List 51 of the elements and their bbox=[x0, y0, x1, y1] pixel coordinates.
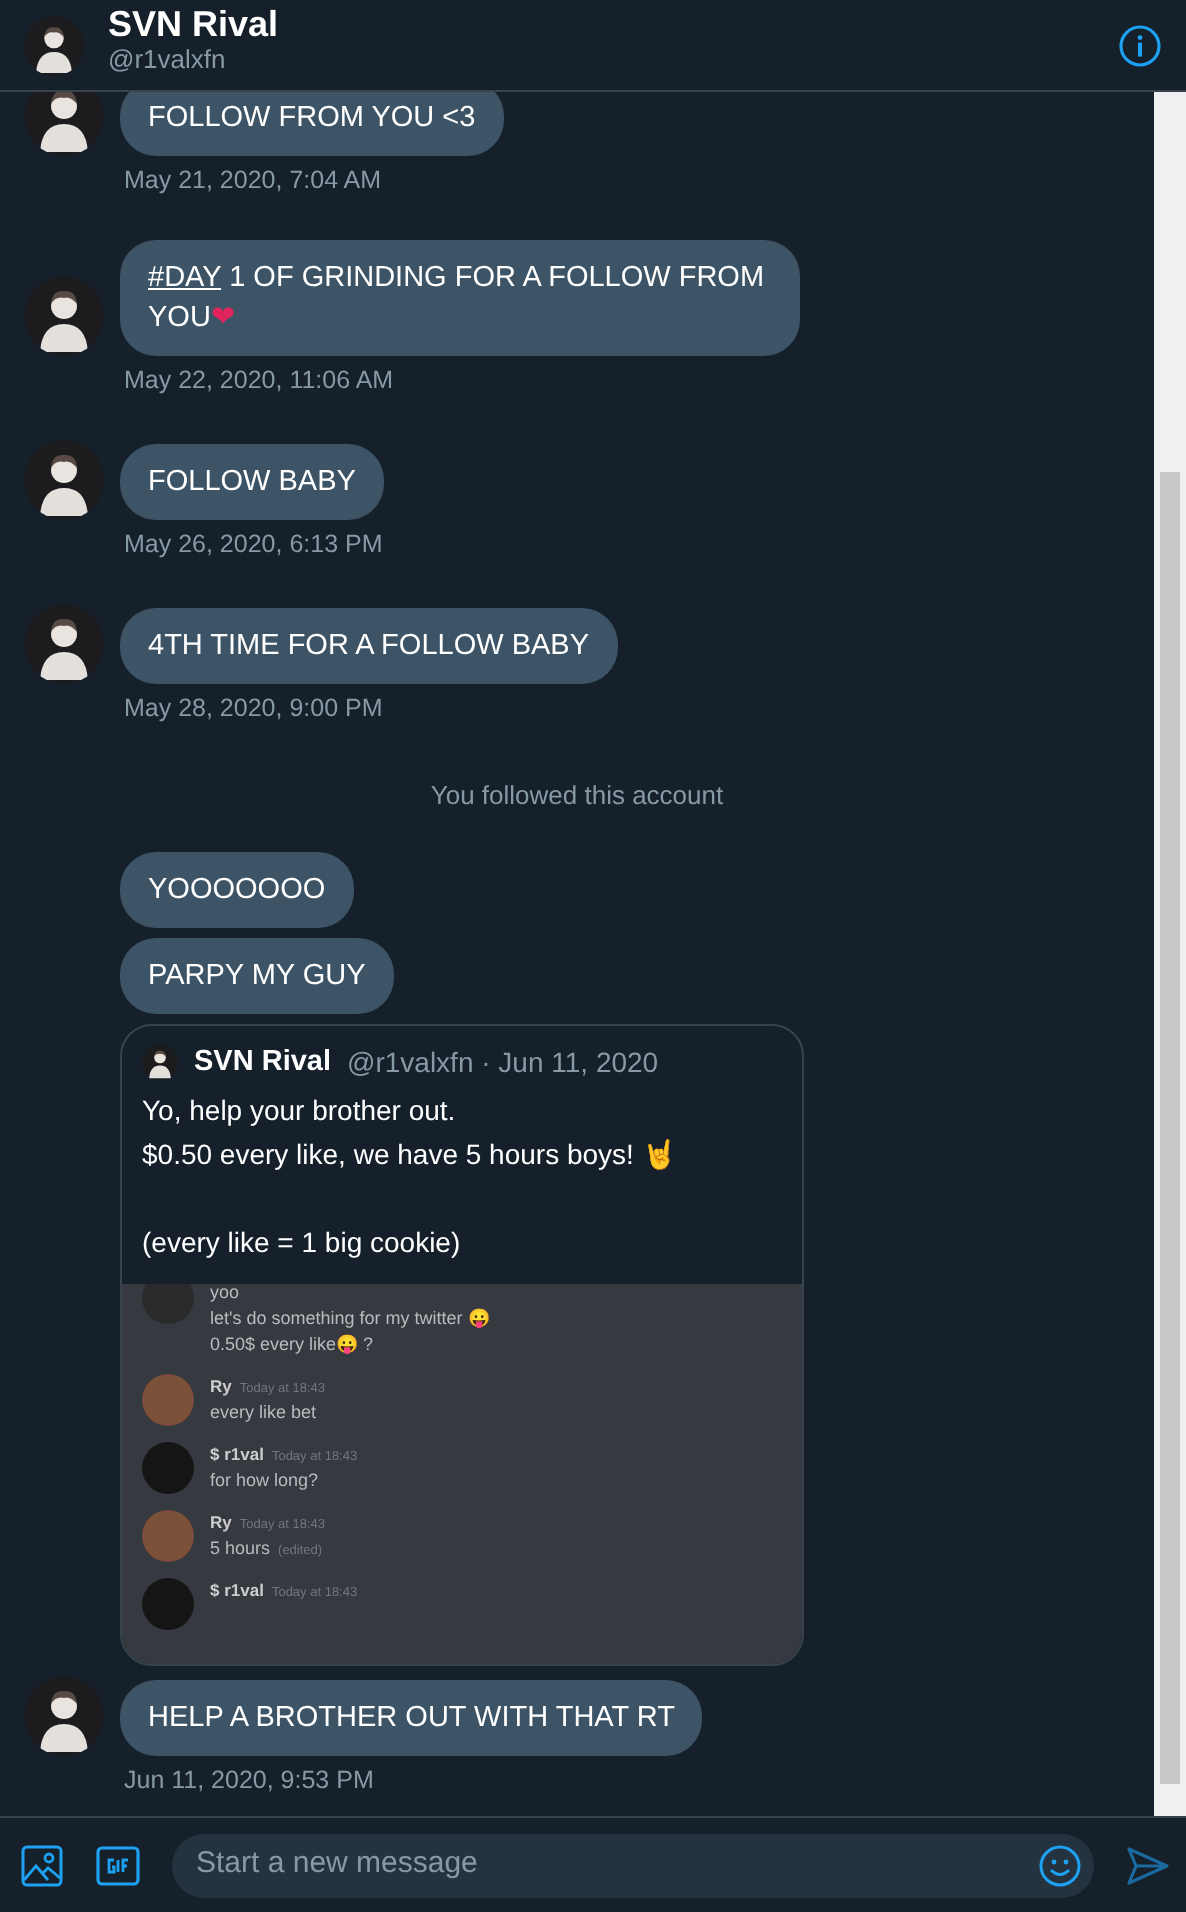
message-bubble: YOOOOOOO bbox=[120, 851, 354, 927]
message-bubble: 4TH TIME FOR A FOLLOW BABY bbox=[120, 608, 618, 684]
send-icon[interactable] bbox=[1126, 1845, 1170, 1885]
quoted-tweet-card[interactable] bbox=[120, 1023, 804, 1667]
image-icon[interactable] bbox=[20, 1843, 64, 1887]
tweet-text: $0.50 every like, we have 5 hours boys! 🤘 bbox=[142, 1136, 678, 1175]
chat-message: 5 hours bbox=[210, 1536, 271, 1562]
emoji-icon[interactable] bbox=[1038, 1843, 1082, 1887]
message-field[interactable]: Start a new message bbox=[172, 1833, 1094, 1897]
chat-username: $ r1val bbox=[210, 1442, 264, 1468]
message-input[interactable]: Start a new message bbox=[192, 1840, 1038, 1890]
avatar[interactable] bbox=[24, 92, 104, 156]
tweet-text: (every like = 1 big cookie) bbox=[142, 1224, 463, 1263]
message-bubble: FOLLOW FROM YOU <3 bbox=[120, 92, 504, 156]
chat-avatar bbox=[142, 1578, 194, 1631]
chat-username: Ry bbox=[210, 1374, 232, 1400]
system-notice: You followed this account bbox=[430, 778, 724, 814]
avatar[interactable] bbox=[24, 1676, 104, 1757]
message-timestamp: May 26, 2020, 6:13 PM bbox=[124, 528, 385, 560]
chat-avatar bbox=[142, 1284, 194, 1325]
message-timestamp: May 28, 2020, 9:00 PM bbox=[124, 692, 385, 724]
gif-icon[interactable] bbox=[96, 1845, 140, 1885]
avatar[interactable] bbox=[24, 276, 104, 356]
chat-avatar bbox=[142, 1442, 194, 1495]
message-bubble: #DAY 1 OF GRINDING FOR A FOLLOW FROM YOU❤ bbox=[120, 240, 800, 356]
contact-name: SVN Rival bbox=[108, 3, 281, 43]
contact-handle: @r1valxfn bbox=[108, 43, 228, 75]
chat-message: 0.50$ every like😛 ? bbox=[210, 1332, 374, 1359]
chat-message: yoo bbox=[210, 1284, 240, 1307]
tweet-text: Yo, help your brother out. bbox=[142, 1092, 458, 1131]
chat-avatar bbox=[142, 1374, 194, 1427]
tweet-author-name: SVN Rival bbox=[194, 1043, 331, 1081]
hashtag-link[interactable]: #DAY bbox=[148, 262, 222, 294]
message-bubble: FOLLOW BABY bbox=[120, 444, 384, 520]
chat-username: Ry bbox=[210, 1510, 232, 1536]
avatar bbox=[24, 15, 84, 75]
avatar bbox=[142, 1044, 178, 1081]
message-timestamp: May 22, 2020, 11:06 AM bbox=[124, 364, 396, 396]
chat-message: for how long? bbox=[210, 1468, 319, 1494]
chat-avatar bbox=[142, 1510, 194, 1563]
avatar[interactable] bbox=[24, 440, 104, 520]
message-bubble: PARPY MY GUY bbox=[120, 937, 394, 1013]
chat-message: let's do something for my twitter 😛 bbox=[210, 1306, 490, 1333]
chat-username: $ r1val bbox=[210, 1578, 264, 1604]
tweet-meta: @r1valxfn · Jun 11, 2020 bbox=[347, 1043, 659, 1082]
avatar[interactable] bbox=[24, 604, 104, 684]
message-timestamp: Jun 11, 2020, 9:53 PM bbox=[124, 1764, 376, 1797]
message-timestamp: May 21, 2020, 7:04 AM bbox=[124, 164, 384, 196]
info-icon[interactable] bbox=[1118, 23, 1162, 67]
chat-message: every like bet bbox=[210, 1400, 317, 1426]
message-bubble: HELP A BROTHER OUT WITH THAT RT bbox=[120, 1680, 703, 1757]
